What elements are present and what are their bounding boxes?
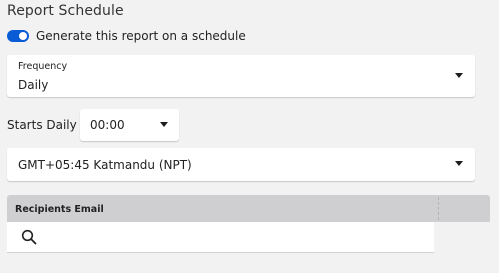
recipients-email-header: Recipients Email [15, 204, 104, 215]
timezone-value: GMT+05:45 Katmandu (NPT) [18, 158, 192, 172]
recipients-header: Recipients Email [7, 195, 490, 222]
start-time-select[interactable]: 00:00 [80, 109, 179, 141]
recipients-table: Recipients Email [7, 195, 490, 258]
starts-daily-label: Starts Daily [7, 118, 77, 132]
recipients-search-input[interactable] [43, 226, 423, 248]
frequency-label: Frequency [18, 61, 68, 72]
toggle-knob [19, 32, 27, 40]
search-icon [21, 229, 37, 245]
column-resize-handle[interactable] [438, 197, 439, 220]
schedule-toggle[interactable] [7, 30, 29, 42]
schedule-toggle-label: Generate this report on a schedule [36, 29, 246, 43]
recipients-search-cell [7, 222, 434, 253]
caret-down-icon [455, 73, 463, 78]
schedule-toggle-row: Generate this report on a schedule [7, 29, 246, 43]
frequency-select[interactable]: Frequency Daily [7, 55, 475, 97]
start-time-value: 00:00 [90, 118, 125, 132]
report-schedule-title: Report Schedule [7, 3, 124, 19]
timezone-select[interactable]: GMT+05:45 Katmandu (NPT) [7, 148, 475, 181]
caret-down-icon [455, 161, 463, 166]
frequency-value: Daily [18, 78, 49, 92]
caret-down-icon [160, 122, 168, 127]
